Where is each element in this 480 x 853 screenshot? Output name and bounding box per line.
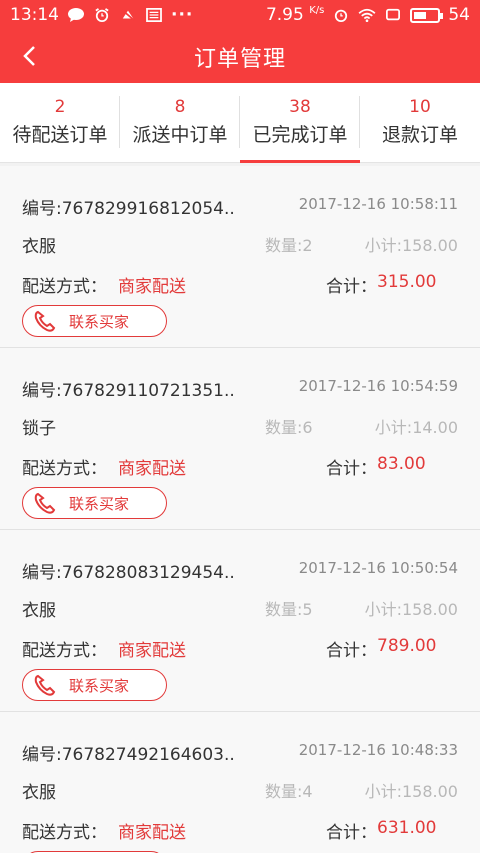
total-amount: 315.00 <box>377 272 437 292</box>
tab-completed[interactable]: 38 已完成订单 <box>240 83 360 163</box>
network-speed: 7.95 K/s <box>265 5 325 25</box>
order-number: 编号:767828083129454.. <box>22 563 235 583</box>
battery-icon <box>410 7 444 23</box>
subtotal: 小计:14.00 <box>374 418 458 437</box>
order-time: 2017-12-16 10:48:33 <box>298 741 458 759</box>
total-amount: 789.00 <box>377 636 437 656</box>
order-card[interactable]: 编号:767827492164603.. 2017-12-16 10:48:33… <box>0 712 480 853</box>
contact-buyer-label: 联系买家 <box>69 312 130 331</box>
goods-name: 锁子 <box>22 419 56 439</box>
total-amount: 83.00 <box>377 454 426 474</box>
quantity: 数量:6 <box>265 418 313 437</box>
tab-label: 派送中订单 <box>132 123 228 146</box>
subtotal: 小计:158.00 <box>364 236 458 255</box>
tab-count: 38 <box>289 96 311 117</box>
subtotal: 小计:158.00 <box>364 782 458 801</box>
total-amount: 631.00 <box>377 818 437 838</box>
quantity: 数量:5 <box>265 600 313 619</box>
chevron-left-icon <box>23 46 35 66</box>
quantity: 数量:4 <box>265 782 313 801</box>
delivery-method: 商家配送 <box>118 641 186 661</box>
status-bar: 13:14 ··· 7.95 K/s 54 <box>0 0 480 30</box>
contact-buyer-button[interactable]: 联系买家 <box>22 669 167 701</box>
order-number: 编号:767827492164603.. <box>22 745 235 765</box>
order-card[interactable]: 编号:767829916812054.. 2017-12-16 10:58:11… <box>0 166 480 348</box>
phone-icon <box>33 491 59 515</box>
more-notifications-icon: ··· <box>171 5 194 25</box>
delivery-label: 配送方式： <box>22 641 107 661</box>
order-time: 2017-12-16 10:58:11 <box>298 195 458 213</box>
tab-delivering[interactable]: 8 派送中订单 <box>120 83 240 162</box>
page-title: 订单管理 <box>193 46 286 72</box>
order-number: 编号:767829110721351.. <box>22 381 235 401</box>
tab-label: 待配送订单 <box>12 123 108 146</box>
back-button[interactable] <box>14 40 44 72</box>
phone-icon <box>33 309 59 333</box>
total-label: 合计： <box>326 277 377 297</box>
tab-count: 10 <box>409 96 431 117</box>
order-card[interactable]: 编号:767829110721351.. 2017-12-16 10:54:59… <box>0 348 480 530</box>
order-tabs: 2 待配送订单 8 派送中订单 38 已完成订单 10 退款订单 <box>0 83 480 163</box>
order-time: 2017-12-16 10:50:54 <box>298 559 458 577</box>
news-icon <box>146 8 162 22</box>
mute-icon <box>121 9 135 21</box>
order-time: 2017-12-16 10:54:59 <box>298 377 458 395</box>
goods-name: 衣服 <box>22 601 56 621</box>
alarm-clock-icon <box>335 9 348 22</box>
contact-buyer-button[interactable]: 联系买家 <box>22 305 167 337</box>
status-time: 13:14 <box>10 5 59 25</box>
alarm-icon <box>95 8 109 22</box>
delivery-label: 配送方式： <box>22 277 107 297</box>
total-label: 合计： <box>326 641 377 661</box>
order-number: 编号:767829916812054.. <box>22 199 235 219</box>
wifi-icon <box>358 8 376 22</box>
tab-label: 退款订单 <box>381 123 458 146</box>
delivery-label: 配送方式： <box>22 823 107 843</box>
quantity: 数量:2 <box>265 236 313 255</box>
tab-pending-delivery[interactable]: 2 待配送订单 <box>0 83 120 162</box>
delivery-method: 商家配送 <box>118 277 186 297</box>
order-list: 编号:767829916812054.. 2017-12-16 10:58:11… <box>0 166 480 853</box>
tab-count: 2 <box>54 96 66 117</box>
delivery-label: 配送方式： <box>22 459 107 479</box>
contact-buyer-label: 联系买家 <box>69 494 130 513</box>
goods-name: 衣服 <box>22 783 56 803</box>
tab-label: 已完成订单 <box>252 123 348 146</box>
delivery-method: 商家配送 <box>118 823 186 843</box>
tab-count: 8 <box>174 96 186 117</box>
contact-buyer-label: 联系买家 <box>69 676 130 695</box>
contact-buyer-button[interactable]: 联系买家 <box>22 487 167 519</box>
phone-icon <box>33 673 59 697</box>
total-label: 合计： <box>326 459 377 479</box>
delivery-method: 商家配送 <box>118 459 186 479</box>
battery-level: 54 <box>448 5 470 25</box>
goods-name: 衣服 <box>22 237 56 257</box>
screen-icon <box>386 8 401 21</box>
tab-refund[interactable]: 10 退款订单 <box>360 83 480 162</box>
message-icon <box>68 8 84 22</box>
order-card[interactable]: 编号:767828083129454.. 2017-12-16 10:50:54… <box>0 530 480 712</box>
title-bar: 订单管理 <box>0 30 480 83</box>
total-label: 合计： <box>326 823 377 843</box>
subtotal: 小计:158.00 <box>364 600 458 619</box>
